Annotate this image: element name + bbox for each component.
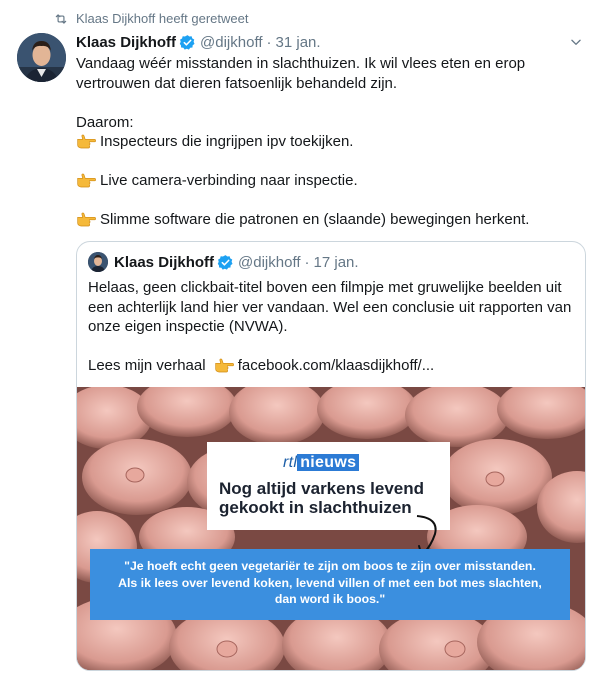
read-prefix: Lees mijn verhaal (88, 357, 206, 374)
bullet-text: Slimme software die patronen en (slaande… (100, 211, 530, 228)
quoted-tweet-header: Klaas Dijkhoff @dijkhoff · 17 jan. (88, 251, 359, 273)
logo-rtl: rtl (283, 454, 298, 471)
tweet-line: vertrouwen dat dieren fatsoenlijk behand… (76, 74, 398, 92)
headline-line: Nog altijd varkens levend (219, 479, 425, 498)
quoted-media-image[interactable]: rtl nieuws Nog altijd varkens levend geko… (77, 387, 585, 670)
tweet-date[interactable]: 31 jan. (276, 34, 321, 51)
quote-line: Als ik lees over levend koken, levend vi… (118, 575, 542, 590)
pointing-hand-icon (77, 212, 96, 227)
verified-badge-icon (217, 254, 233, 270)
quoted-line: onze eigen inspectie (NVWA). (88, 318, 288, 335)
facebook-link[interactable]: facebook.com/klaasdijkhoff/... (238, 357, 435, 374)
author-name[interactable]: Klaas Dijkhoff (76, 34, 176, 51)
read-more-line: Lees mijn verhaal facebook.com/klaasdijk… (88, 356, 578, 376)
quoted-tweet-text: Helaas, geen clickbait-titel boven een f… (88, 278, 578, 376)
logo-nieuws: nieuws (297, 454, 360, 471)
bullet-item: Live camera-verbinding naar inspectie. (76, 171, 586, 191)
separator-dot: · (304, 253, 310, 271)
pointing-hand-icon (215, 358, 234, 373)
quoted-tweet[interactable]: Klaas Dijkhoff @dijkhoff · 17 jan. Helaa… (76, 241, 586, 671)
bullet-text: Live camera-verbinding naar inspectie. (100, 172, 358, 189)
retweet-context[interactable]: Klaas Dijkhoff heeft geretweet (54, 11, 248, 26)
quoted-avatar (88, 252, 108, 272)
quoted-author-handle: @dijkhoff (238, 253, 301, 271)
pointing-hand-icon (77, 134, 96, 149)
quote-banner: "Je hoeft echt geen vegetariër te zijn o… (90, 549, 570, 620)
quoted-line: een achterlijk land hier ver vandaan. We… (88, 298, 572, 316)
separator-dot: · (266, 33, 272, 51)
rtl-nieuws-logo: rtl nieuws (283, 454, 360, 472)
chevron-down-icon[interactable] (569, 35, 583, 49)
retweet-label: Klaas Dijkhoff heeft geretweet (76, 11, 249, 26)
author-handle[interactable]: @dijkhoff (200, 34, 262, 51)
tweet-line: Vandaag wéér misstanden in slachthuizen.… (76, 55, 526, 72)
quote-line: "Je hoeft echt geen vegetariër te zijn o… (124, 559, 536, 573)
tweet[interactable]: Klaas Dijkhoff @dijkhoff · 31 jan. Vanda… (76, 31, 586, 230)
bullet-item: Slimme software die patronen en (slaande… (76, 210, 586, 230)
bullet-text: Inspecteurs die ingrijpen ipv toekijken. (100, 133, 354, 150)
avatar[interactable] (17, 33, 66, 82)
quote-line: dan word ik boos." (274, 592, 386, 606)
retweet-icon (55, 13, 67, 24)
quoted-author-name: Klaas Dijkhoff (114, 253, 215, 271)
tweet-header: Klaas Dijkhoff @dijkhoff · 31 jan. (76, 31, 586, 53)
bullet-item: Inspecteurs die ingrijpen ipv toekijken. (76, 132, 586, 152)
pointing-hand-icon (77, 173, 96, 188)
quoted-tweet-date: 17 jan. (313, 253, 359, 271)
quoted-line: Helaas, geen clickbait-titel boven een f… (88, 279, 562, 296)
tweet-text: Vandaag wéér misstanden in slachthuizen.… (76, 54, 586, 230)
tweet-line: Daarom: (76, 113, 134, 131)
verified-badge-icon (179, 34, 195, 50)
